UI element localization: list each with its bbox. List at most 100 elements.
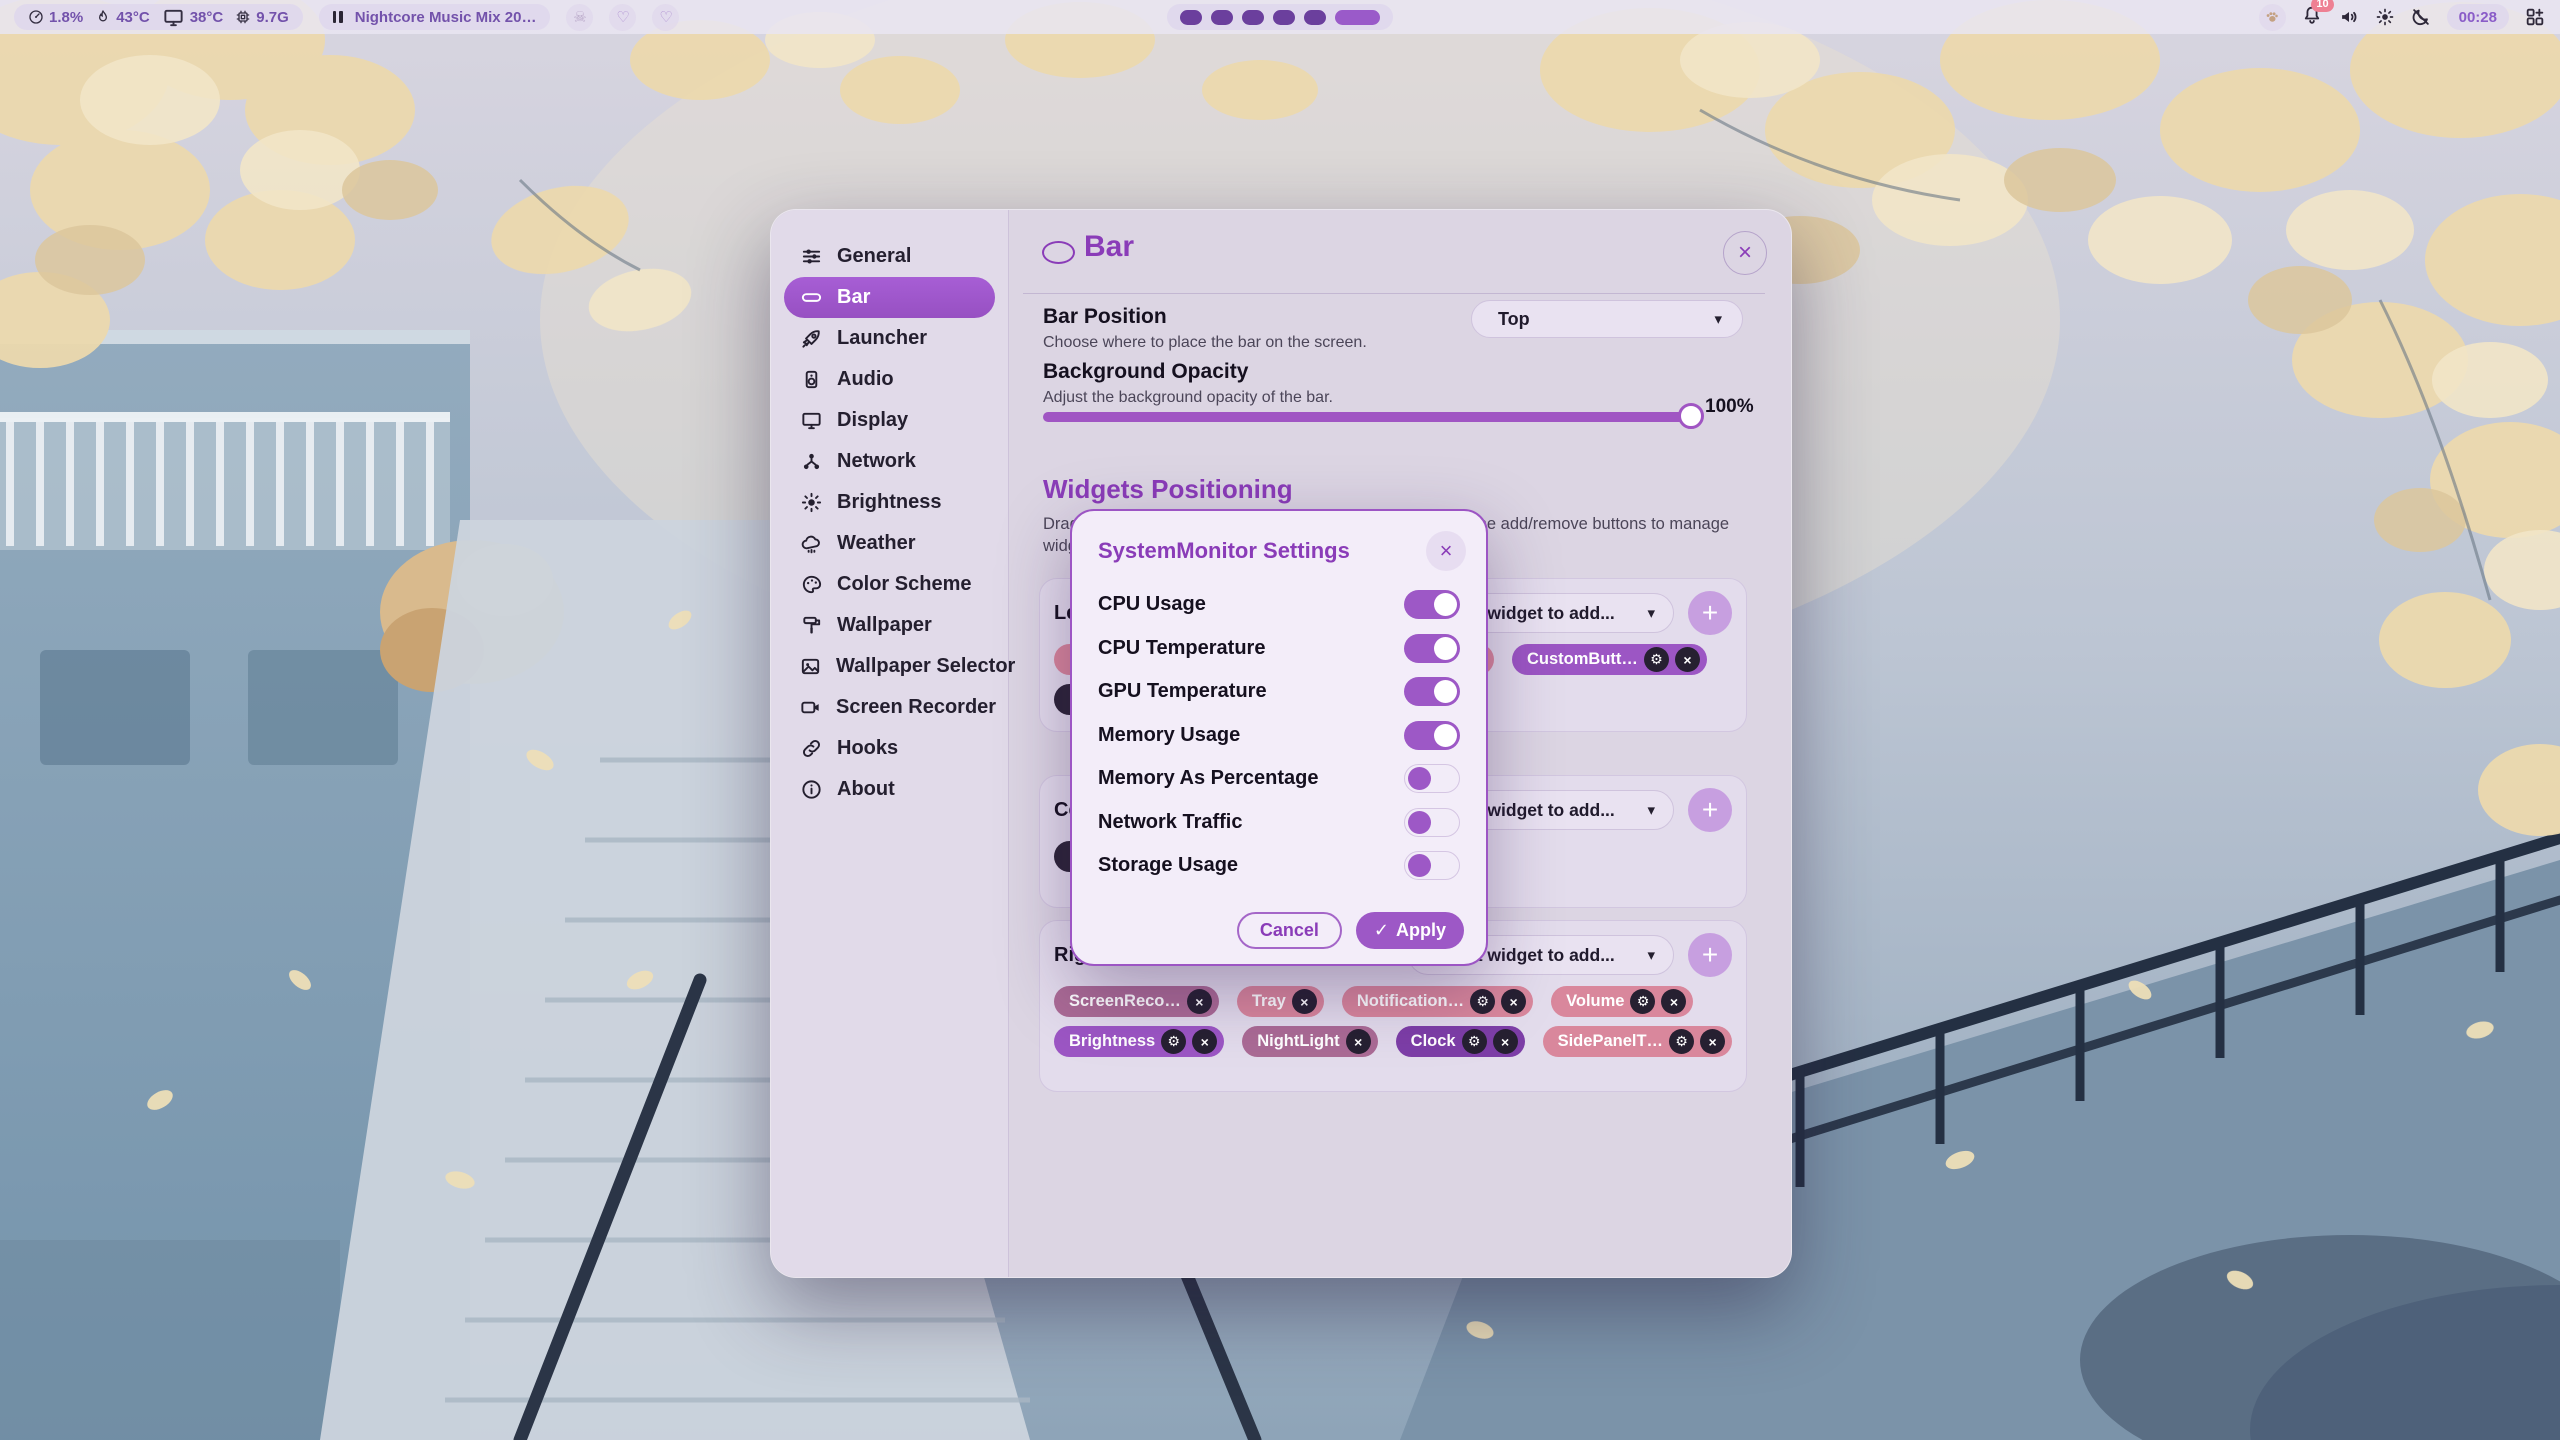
roller-icon	[799, 614, 823, 637]
workspace-dot-1[interactable]	[1180, 10, 1202, 25]
chip-settings-button[interactable]: ⚙	[1470, 989, 1495, 1014]
chip-settings-button[interactable]: ⚙	[1669, 1029, 1694, 1054]
sidebar-item-color-scheme[interactable]: Color Scheme	[784, 564, 995, 605]
sidebar-item-launcher[interactable]: Launcher	[784, 318, 995, 359]
toggle-knob	[1434, 680, 1457, 703]
apply-button[interactable]: ✓Apply	[1356, 912, 1464, 949]
add-widget-button[interactable]: +	[1688, 788, 1732, 832]
widget-chip-brightness[interactable]: Brightness⚙×	[1054, 1026, 1224, 1057]
toggle-switch-cpu-usage[interactable]	[1404, 590, 1460, 619]
chip-remove-button[interactable]: ×	[1700, 1029, 1725, 1054]
bar-position-select[interactable]: Top ▾	[1471, 300, 1743, 338]
cpu-usage-value: 1.8%	[49, 9, 83, 26]
toggle-label: GPU Temperature	[1098, 680, 1267, 703]
chip-remove-button[interactable]: ×	[1346, 1029, 1371, 1054]
clock-value: 00:28	[2459, 9, 2497, 26]
custom-button-skull[interactable]: ☠	[566, 4, 593, 31]
sidebar-item-label: Color Scheme	[837, 573, 971, 596]
sidebar-item-about[interactable]: About	[784, 769, 995, 810]
toggle-knob	[1408, 767, 1431, 790]
widget-chip-custombutt[interactable]: CustomButt… ⚙ ×	[1512, 644, 1707, 675]
sidebar-item-audio[interactable]: Audio	[784, 359, 995, 400]
sidebar-item-wallpaper-selector[interactable]: Wallpaper Selector	[784, 646, 995, 687]
sidebar-item-screen-recorder[interactable]: Screen Recorder	[784, 687, 995, 728]
chip-remove-button[interactable]: ×	[1675, 647, 1700, 672]
system-monitor-settings-dialog: SystemMonitor Settings × CPU UsageCPU Te…	[1070, 509, 1488, 966]
sidebar-item-network[interactable]: Network	[784, 441, 995, 482]
slider-track[interactable]	[1043, 412, 1691, 422]
widget-chip-nightlight[interactable]: NightLight×	[1242, 1026, 1377, 1057]
toggle-switch-network-traffic[interactable]	[1404, 808, 1460, 837]
toggle-switch-gpu-temperature[interactable]	[1404, 677, 1460, 706]
volume-icon[interactable]	[2338, 6, 2360, 28]
side-panel-grid-icon[interactable]	[2524, 6, 2546, 28]
media-title: Nightcore Music Mix 20…	[355, 9, 537, 26]
brightness-sun-icon[interactable]	[2375, 7, 2395, 27]
heart-icon: ♡	[659, 8, 672, 26]
workspace-dot-6[interactable]	[1335, 10, 1380, 25]
toggle-row-cpu-usage: CPU Usage	[1098, 583, 1460, 627]
chip-remove-button[interactable]: ×	[1292, 989, 1317, 1014]
toggle-switch-memory-usage[interactable]	[1404, 721, 1460, 750]
chip-settings-button[interactable]: ⚙	[1161, 1029, 1186, 1054]
workspace-dot-5[interactable]	[1304, 10, 1326, 25]
memory-value: 9.7G	[256, 9, 289, 26]
chip-settings-button[interactable]: ⚙	[1630, 989, 1655, 1014]
workspace-dot-4[interactable]	[1273, 10, 1295, 25]
close-icon: ×	[1354, 1034, 1362, 1050]
widget-chip-sidepanelt[interactable]: SidePanelT…⚙×	[1543, 1026, 1732, 1057]
chip-remove-button[interactable]: ×	[1501, 989, 1526, 1014]
bar-page-icon	[1042, 241, 1075, 264]
notification-badge: 10	[2311, 0, 2333, 12]
chip-settings-button[interactable]: ⚙	[1462, 1029, 1487, 1054]
window-close-button[interactable]: ×	[1723, 231, 1767, 275]
system-monitor-widget[interactable]: 1.8% 43°C 38°C 9.7G	[14, 4, 303, 30]
workspace-dot-3[interactable]	[1242, 10, 1264, 25]
widget-chip-notification[interactable]: Notification…⚙×	[1342, 986, 1533, 1017]
add-widget-button[interactable]: +	[1688, 591, 1732, 635]
clock-widget[interactable]: 00:28	[2447, 4, 2509, 30]
workspace-dot-2[interactable]	[1211, 10, 1233, 25]
cancel-label: Cancel	[1260, 920, 1319, 941]
chip-remove-button[interactable]: ×	[1493, 1029, 1518, 1054]
toggle-switch-cpu-temperature[interactable]	[1404, 634, 1460, 663]
widget-chip-screenreco[interactable]: ScreenReco… ×	[1054, 986, 1219, 1017]
sidebar-item-bar[interactable]: Bar	[784, 277, 995, 318]
sidebar-item-brightness[interactable]: Brightness	[784, 482, 995, 523]
custom-button-heart-1[interactable]: ♡	[609, 4, 636, 31]
sidebar-item-label: Bar	[837, 286, 870, 309]
sidebar-item-hooks[interactable]: Hooks	[784, 728, 995, 769]
sidebar-item-display[interactable]: Display	[784, 400, 995, 441]
widget-chip-tray[interactable]: Tray×	[1237, 986, 1324, 1017]
chip-label: ScreenReco…	[1069, 992, 1181, 1011]
sidebar-item-weather[interactable]: Weather	[784, 523, 995, 564]
cancel-button[interactable]: Cancel	[1237, 912, 1342, 949]
add-widget-button[interactable]: +	[1688, 933, 1732, 977]
notifications-button[interactable]: 10	[2301, 4, 2323, 31]
image-icon	[799, 655, 822, 678]
widget-chip-volume[interactable]: Volume⚙×	[1551, 986, 1693, 1017]
toggle-switch-memory-as-percentage[interactable]	[1404, 764, 1460, 793]
bar-position-label: Bar Position	[1043, 305, 1167, 329]
background-opacity-slider[interactable]	[1043, 402, 1691, 430]
toggle-row-gpu-temperature: GPU Temperature	[1098, 670, 1460, 714]
chip-remove-button[interactable]: ×	[1192, 1029, 1217, 1054]
sidebar-item-wallpaper[interactable]: Wallpaper	[784, 605, 995, 646]
custom-button-heart-2[interactable]: ♡	[652, 4, 679, 31]
media-widget[interactable]: Nightcore Music Mix 20…	[319, 4, 551, 30]
chip-remove-button[interactable]: ×	[1661, 989, 1686, 1014]
sidebar-item-general[interactable]: General	[784, 236, 995, 277]
slider-thumb[interactable]	[1678, 403, 1704, 429]
apply-label: Apply	[1396, 920, 1446, 941]
widget-chip-clock[interactable]: Clock⚙×	[1396, 1026, 1525, 1057]
toggle-row-storage-usage: Storage Usage	[1098, 844, 1460, 888]
gear-icon: ⚙	[1650, 651, 1663, 668]
toggle-list: CPU UsageCPU TemperatureGPU TemperatureM…	[1072, 571, 1486, 888]
toggle-switch-storage-usage[interactable]	[1404, 851, 1460, 880]
chip-remove-button[interactable]: ×	[1187, 989, 1212, 1014]
dialog-close-button[interactable]: ×	[1426, 531, 1466, 571]
claw-tool-button[interactable]	[2259, 4, 2286, 31]
chip-label: CustomButt…	[1527, 650, 1638, 669]
nightlight-off-icon[interactable]	[2410, 6, 2432, 28]
chip-settings-button[interactable]: ⚙	[1644, 647, 1669, 672]
